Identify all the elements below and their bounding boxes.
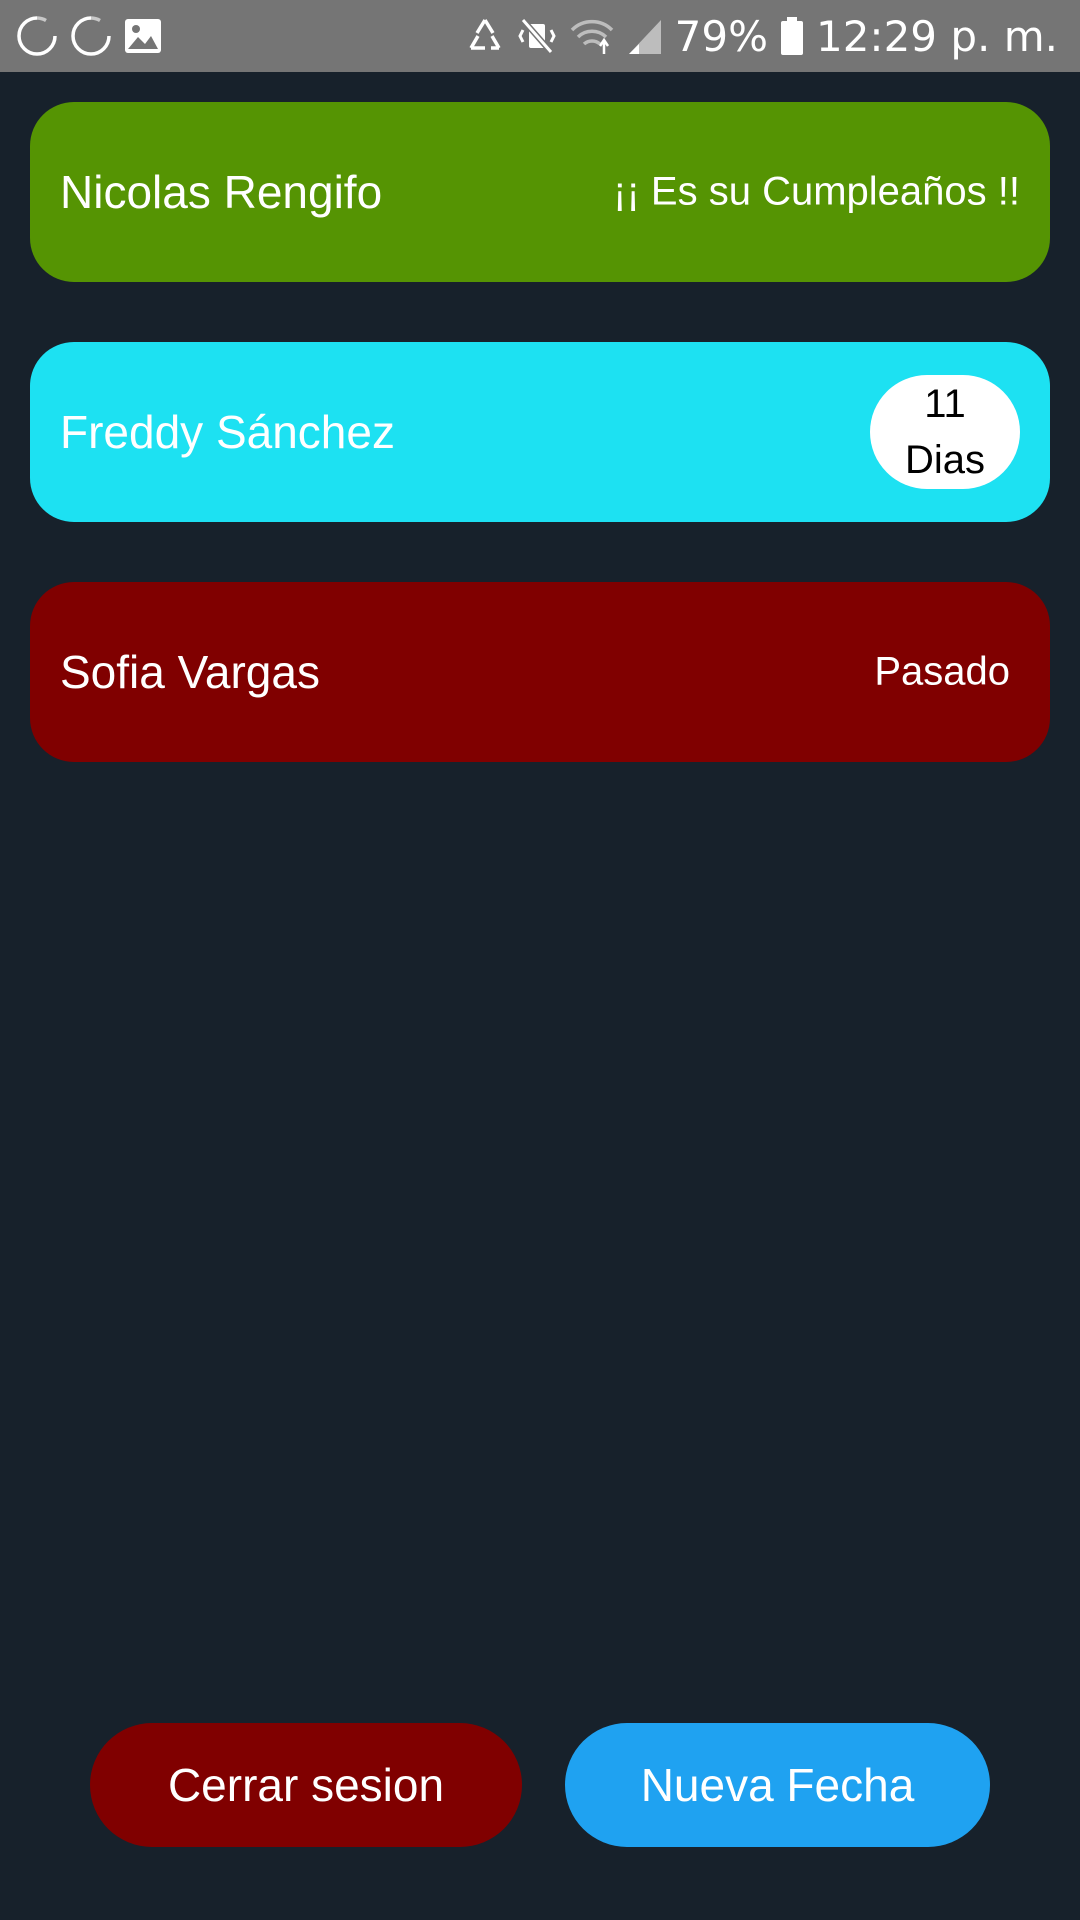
app-screen: 79% 12:29 p. m. Nicolas Rengifo ¡¡ Es su… xyxy=(0,0,1080,1920)
signal-icon xyxy=(627,16,663,56)
system-icons: 79% 12:29 p. m. xyxy=(465,10,1058,62)
birthday-card-nicolas[interactable]: Nicolas Rengifo ¡¡ Es su Cumpleaños !! xyxy=(30,102,1050,282)
battery-icon xyxy=(780,16,804,56)
days-number: 11 xyxy=(924,382,966,426)
battery-percent: 79% xyxy=(674,11,768,61)
card-name: Sofia Vargas xyxy=(60,646,320,698)
wifi-icon xyxy=(569,16,615,56)
status-bar: 79% 12:29 p. m. xyxy=(0,0,1080,72)
image-icon xyxy=(124,18,162,54)
vibrate-off-icon xyxy=(517,16,557,56)
logout-button[interactable]: Cerrar sesion xyxy=(90,1723,522,1847)
card-name: Nicolas Rengifo xyxy=(60,166,383,218)
birthday-card-freddy[interactable]: Freddy Sánchez 11 Dias xyxy=(30,342,1050,522)
new-date-button[interactable]: Nueva Fecha xyxy=(565,1723,990,1847)
clock: 12:29 p. m. xyxy=(815,11,1058,61)
days-remaining-badge: 11 Dias xyxy=(870,375,1020,489)
recycle-icon xyxy=(465,16,505,56)
past-status-label: Pasado xyxy=(874,649,1010,694)
sync-icon xyxy=(70,15,112,57)
birthday-card-sofia[interactable]: Sofia Vargas Pasado xyxy=(30,582,1050,762)
sync-icon xyxy=(16,15,58,57)
notification-icons xyxy=(16,14,162,58)
days-label: Dias xyxy=(904,438,986,482)
birthday-today-label: ¡¡ Es su Cumpleaños !! xyxy=(613,169,1020,214)
card-name: Freddy Sánchez xyxy=(60,406,395,458)
